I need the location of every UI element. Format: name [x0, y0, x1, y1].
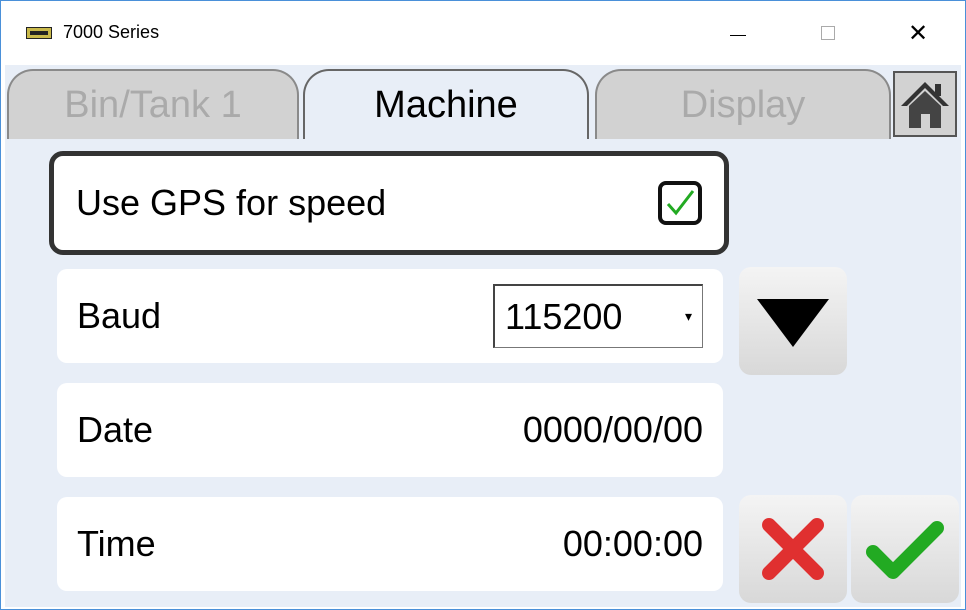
app-icon [26, 27, 52, 39]
baud-label: Baud [77, 295, 162, 336]
title-bar[interactable]: 7000 Series ✕ [1, 1, 965, 65]
next-item-button[interactable] [739, 267, 847, 375]
baud-select[interactable]: 115200 ▾ [493, 284, 703, 348]
close-icon: ✕ [907, 19, 929, 47]
gps-speed-row[interactable]: Use GPS for speed [49, 151, 729, 255]
date-value: 0000/00/00 [522, 409, 703, 450]
time-label: Time [77, 523, 156, 564]
confirm-icon [866, 521, 944, 579]
baud-value: 115200 [505, 295, 623, 337]
home-button[interactable] [893, 71, 957, 137]
gps-speed-checkbox[interactable] [658, 181, 702, 225]
gps-speed-label: Use GPS for speed [76, 182, 387, 223]
date-row[interactable]: Date 0000/00/00 [57, 383, 723, 477]
down-arrow-icon [757, 299, 829, 347]
content-area: Bin/Tank 1 Machine Display Use GPS for s… [5, 65, 961, 607]
checkmark-icon [666, 190, 695, 216]
maximize-button[interactable] [798, 1, 858, 65]
window-title: 7000 Series [63, 22, 160, 42]
app-window: 7000 Series ✕ Bin/Tank 1 Machine Display [0, 0, 966, 610]
minimize-button[interactable] [708, 1, 768, 65]
tab-machine[interactable]: Machine [303, 69, 589, 139]
confirm-button[interactable] [851, 495, 959, 603]
maximize-icon [821, 26, 835, 40]
dropdown-caret-icon: ▾ [684, 308, 692, 324]
time-row[interactable]: Time 00:00:00 [57, 497, 723, 591]
tab-display[interactable]: Display [595, 69, 891, 139]
close-button[interactable]: ✕ [888, 1, 948, 65]
time-value: 00:00:00 [562, 523, 703, 564]
baud-row: Baud 115200 ▾ [57, 269, 723, 363]
cancel-icon [762, 518, 824, 580]
minimize-icon [730, 34, 746, 36]
home-icon [901, 82, 949, 128]
tab-bin-tank[interactable]: Bin/Tank 1 [7, 69, 299, 139]
cancel-button[interactable] [739, 495, 847, 603]
tab-bar: Bin/Tank 1 Machine Display [5, 65, 961, 139]
date-label: Date [77, 409, 154, 450]
machine-panel: Use GPS for speed Baud 115200 ▾ Date 000… [5, 139, 961, 607]
